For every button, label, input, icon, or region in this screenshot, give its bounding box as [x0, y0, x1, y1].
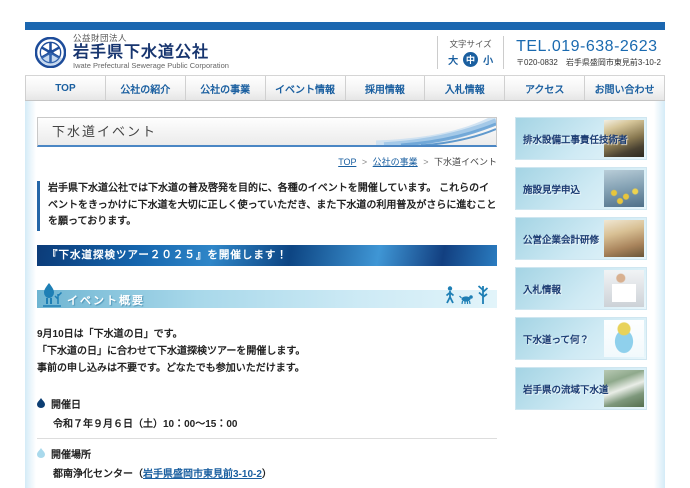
sidebar-banner-label: 施設見学申込	[523, 182, 580, 196]
section-title: イベント概要	[67, 292, 145, 308]
header-utility: 文字サイズ 大 中 小 TEL.019-638-2623 〒020-0832 岩…	[437, 36, 661, 70]
sidebar-banner-bid-info[interactable]: 入札情報	[515, 267, 647, 310]
drop-bullet-icon	[37, 448, 45, 458]
event-description: 9月10日は「下水道の日」です。 「下水道の日」に合わせて下水道探検ツアーを開催…	[37, 326, 497, 377]
top-accent-bar	[25, 22, 665, 30]
nav-item-business[interactable]: 公社の事業	[186, 76, 266, 100]
drop-bullet-icon	[37, 398, 45, 408]
detail-label-place: 開催場所	[51, 446, 91, 461]
nav-item-recruit[interactable]: 採用情報	[346, 76, 426, 100]
description-line: 「下水道の日」に合わせて下水道探検ツアーを開催します。	[37, 343, 497, 360]
sidebar-banner-facility-tour[interactable]: 施設見学申込	[515, 167, 647, 210]
sidebar-banner-label: 岩手県の流域下水道	[523, 382, 609, 396]
font-size-medium-button[interactable]: 中	[463, 52, 478, 67]
site-header: 公益財団法人 岩手県下水道公社 Iwate Prefectural Sewera…	[25, 30, 665, 75]
nav-item-bidding[interactable]: 入札情報	[425, 76, 505, 100]
place-address-link[interactable]: 岩手県盛岡市東見前3-10-2	[143, 469, 262, 480]
breadcrumb-top-link[interactable]: TOP	[338, 157, 356, 167]
sidebar: 排水設備工事責任技術者 施設見学申込 公営企業会計研修 入札情報 下水道って何？…	[515, 117, 647, 488]
content-area: 下水道イベント TOP > 公社の事業 > 下水道イベント 岩手県下水道公社では…	[25, 101, 665, 488]
tree-icon	[477, 284, 489, 304]
font-size-small-button[interactable]: 小	[483, 52, 493, 67]
mascot-character-image	[604, 320, 644, 357]
global-nav: TOP 公社の紹介 公社の事業 イベント情報 採用情報 入札情報 アクセス お問…	[25, 75, 665, 101]
sidebar-banner-drainage-technician[interactable]: 排水設備工事責任技術者	[515, 117, 647, 160]
description-line: 9月10日は「下水道の日」です。	[37, 326, 497, 343]
sidebar-banner-what-is-sewer[interactable]: 下水道って何？	[515, 317, 647, 360]
sidebar-banner-basin-sewerage[interactable]: 岩手県の流域下水道	[515, 367, 647, 410]
postal-address: 〒020-0832 岩手県盛岡市東見前3-10-2	[516, 57, 661, 68]
description-line: 事前の申し込みは不要です。どなたでも参加いただけます。	[37, 360, 497, 377]
nav-item-events[interactable]: イベント情報	[266, 76, 346, 100]
detail-value-place: 都南浄化センター（岩手県盛岡市東見前3-10-2）	[53, 465, 497, 480]
sidebar-banner-label: 下水道って何？	[523, 332, 589, 346]
breadcrumb-current: 下水道イベント	[434, 157, 497, 167]
nav-item-top[interactable]: TOP	[25, 76, 106, 100]
detail-label-date: 開催日	[51, 396, 81, 411]
event-summary-section-header: イベント概要	[37, 290, 497, 308]
place-suffix: ）	[262, 469, 272, 480]
page-container: 公益財団法人 岩手県下水道公社 Iwate Prefectural Sewera…	[25, 22, 665, 488]
breadcrumb: TOP > 公社の事業 > 下水道イベント	[37, 155, 497, 168]
breadcrumb-separator: >	[362, 157, 367, 167]
font-size-label: 文字サイズ	[448, 38, 493, 50]
phone-number: TEL.019-638-2623	[516, 38, 661, 56]
font-size-selector: 文字サイズ 大 中 小	[437, 36, 504, 69]
intro-paragraph: 岩手県下水道公社では下水道の普及啓発を目的に、各種のイベントを開催しています。 …	[37, 181, 497, 231]
nav-item-contact[interactable]: お問い合わせ	[585, 76, 665, 100]
nav-item-access[interactable]: アクセス	[505, 76, 585, 100]
accounting-seminar-photo	[604, 220, 644, 257]
site-logo-brand[interactable]: 公益財団法人 岩手県下水道公社 Iwate Prefectural Sewera…	[35, 34, 229, 70]
sidebar-banner-label: 公営企業会計研修	[523, 232, 599, 246]
place-name: 都南浄化センター（	[53, 469, 143, 480]
breadcrumb-parent-link[interactable]: 公社の事業	[373, 157, 418, 167]
corporation-logo-icon	[35, 37, 66, 68]
event-detail-row-place: 開催場所 都南浄化センター（岩手県盛岡市東見前3-10-2）	[37, 439, 497, 488]
nav-item-about[interactable]: 公社の紹介	[106, 76, 186, 100]
sidebar-banner-accounting-training[interactable]: 公営企業会計研修	[515, 217, 647, 260]
page-title-banner: 下水道イベント	[37, 117, 497, 147]
org-type-label: 公益財団法人	[73, 34, 229, 43]
mascot-tree-icon	[41, 282, 63, 308]
org-name-english: Iwate Prefectural Sewerage Public Corpor…	[73, 62, 229, 70]
event-details-list: 開催日 令和７年９月６日（土）10：00～15：00 開催場所 都南浄化センター…	[37, 389, 497, 488]
event-announcement-banner: 『下水道探検ツアー２０２５』を開催します！	[37, 245, 497, 266]
event-detail-row-date: 開催日 令和７年９月６日（土）10：00～15：00	[37, 389, 497, 439]
wave-decoration	[376, 118, 496, 146]
dog-icon	[459, 294, 473, 304]
facility-tour-photo	[604, 170, 644, 207]
breadcrumb-separator: >	[423, 157, 428, 167]
font-size-large-button[interactable]: 大	[448, 52, 458, 67]
bid-box-photo	[604, 270, 644, 307]
walking-person-icon	[445, 286, 455, 304]
contact-block: TEL.019-638-2623 〒020-0832 岩手県盛岡市東見前3-10…	[504, 38, 661, 68]
org-name: 岩手県下水道公社	[73, 44, 229, 62]
main-column: 下水道イベント TOP > 公社の事業 > 下水道イベント 岩手県下水道公社では…	[37, 117, 497, 488]
sidebar-banner-label: 入札情報	[523, 282, 561, 296]
detail-value-date: 令和７年９月６日（土）10：00～15：00	[53, 415, 497, 430]
sidebar-banner-label: 排水設備工事責任技術者	[523, 132, 628, 146]
treatment-plant-aerial-photo	[604, 370, 644, 407]
